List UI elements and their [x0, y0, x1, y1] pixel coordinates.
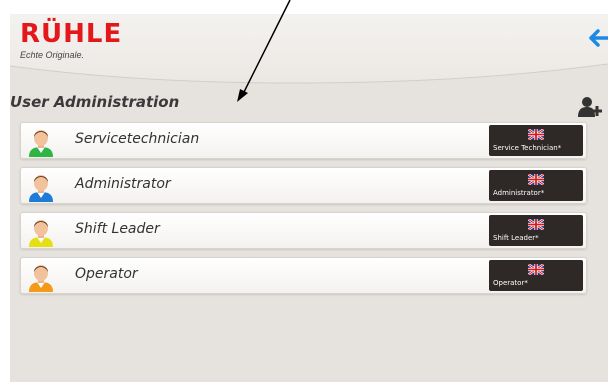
- language-badge[interactable]: Operator*: [489, 260, 583, 291]
- language-badge[interactable]: Administrator*: [489, 170, 583, 201]
- app-window: RÜHLE Echte Originale. User Administrati…: [10, 14, 608, 382]
- user-name: Administrator: [75, 176, 171, 192]
- user-list: Servicetechnician Service Technician* Ad…: [20, 122, 587, 302]
- page-title: User Administration: [10, 93, 180, 111]
- user-name: Servicetechnician: [75, 131, 200, 147]
- user-row-shift-leader[interactable]: Shift Leader Shift Leader*: [20, 212, 587, 249]
- user-name: Operator: [75, 266, 138, 282]
- back-button[interactable]: [588, 28, 608, 48]
- user-avatar-icon: [29, 130, 53, 157]
- user-row-servicetechnician[interactable]: Servicetechnician Service Technician*: [20, 122, 587, 159]
- user-avatar-icon: [29, 220, 53, 247]
- header-wave: [10, 63, 608, 94]
- add-user-button[interactable]: [578, 96, 604, 118]
- uk-flag-icon: [528, 174, 544, 185]
- uk-flag-icon: [528, 219, 544, 230]
- role-label: Service Technician*: [493, 144, 562, 152]
- role-label: Administrator*: [493, 189, 545, 197]
- user-avatar-icon: [29, 175, 53, 202]
- uk-flag-icon: [528, 129, 544, 140]
- uk-flag-icon: [528, 264, 544, 275]
- add-user-icon: [578, 97, 602, 117]
- user-row-administrator[interactable]: Administrator Administrator*: [20, 167, 587, 204]
- top-strip: [0, 0, 608, 14]
- user-name: Shift Leader: [75, 221, 160, 237]
- role-label: Shift Leader*: [493, 234, 539, 242]
- role-label: Operator*: [493, 279, 528, 287]
- user-row-operator[interactable]: Operator Operator*: [20, 257, 587, 294]
- ruehle-logo: RÜHLE: [20, 19, 123, 49]
- tagline: Echte Originale.: [20, 50, 85, 60]
- language-badge[interactable]: Service Technician*: [489, 125, 583, 156]
- user-avatar-icon: [29, 265, 53, 292]
- language-badge[interactable]: Shift Leader*: [489, 215, 583, 246]
- arrow-left-icon: [589, 29, 608, 47]
- header: RÜHLE Echte Originale.: [10, 14, 608, 94]
